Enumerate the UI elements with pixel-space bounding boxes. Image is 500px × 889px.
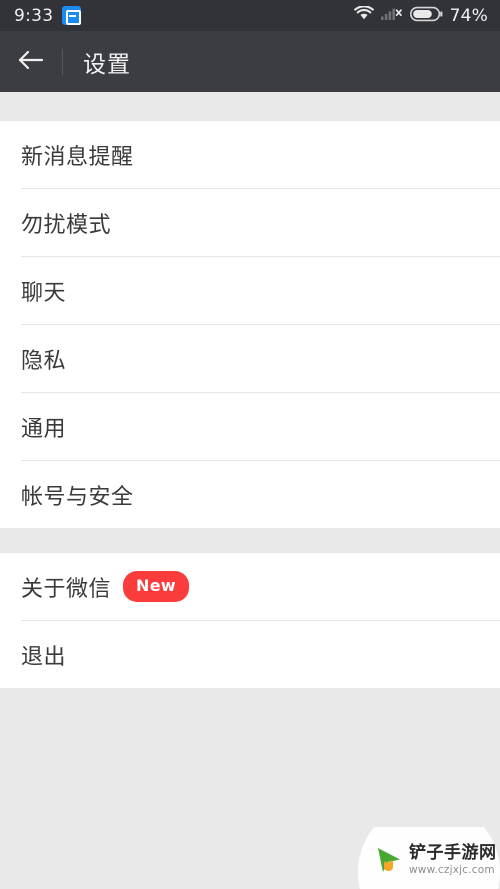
row-label: 新消息提醒 [21,144,134,170]
settings-row-logout[interactable]: 退出 [0,621,500,688]
new-badge: New [123,571,189,602]
settings-row-general[interactable]: 通用 [0,393,500,460]
settings-content: 新消息提醒 勿扰模式 聊天 隐私 通用 帐号与安全 关于微信 New 退出 [0,92,500,889]
row-label: 帐号与安全 [21,484,134,510]
signal-no-service-icon [380,6,403,25]
row-label: 通用 [21,416,67,442]
row-label: 关于微信 [21,576,112,602]
settings-group-primary: 新消息提醒 勿扰模式 聊天 隐私 通用 帐号与安全 [0,121,500,528]
settings-group-secondary: 关于微信 New 退出 [0,553,500,688]
settings-row-new-message-alerts[interactable]: 新消息提醒 [0,121,500,188]
row-label: 勿扰模式 [21,212,112,238]
row-label: 退出 [21,644,67,670]
chat-app-icon [62,6,82,25]
header-divider [62,48,63,75]
settings-row-account-security[interactable]: 帐号与安全 [0,461,500,528]
status-bar-clock: 9:33 [14,5,54,26]
back-arrow-icon [17,48,45,76]
section-gap-bottom [0,688,500,889]
settings-row-chat[interactable]: 聊天 [0,257,500,324]
settings-row-about-wechat[interactable]: 关于微信 New [0,553,500,620]
page-title: 设置 [83,51,131,78]
battery-icon [409,6,443,26]
status-bar: 9:33 74% [0,0,500,31]
phone-screen: 9:33 74% 设置 新消息提醒 勿扰模式 聊天 隐私 通用 帐号与安全 关于… [0,0,500,889]
row-label: 聊天 [21,280,67,306]
wifi-icon [353,5,374,25]
status-bar-indicators: 74% [353,5,488,26]
section-gap-middle [0,528,500,553]
battery-percent-label: 74% [449,5,488,26]
row-label: 隐私 [21,348,67,374]
app-header: 设置 [0,31,500,92]
section-gap-top [0,92,500,121]
back-button[interactable] [0,31,62,92]
settings-row-privacy[interactable]: 隐私 [0,325,500,392]
settings-row-do-not-disturb[interactable]: 勿扰模式 [0,189,500,256]
